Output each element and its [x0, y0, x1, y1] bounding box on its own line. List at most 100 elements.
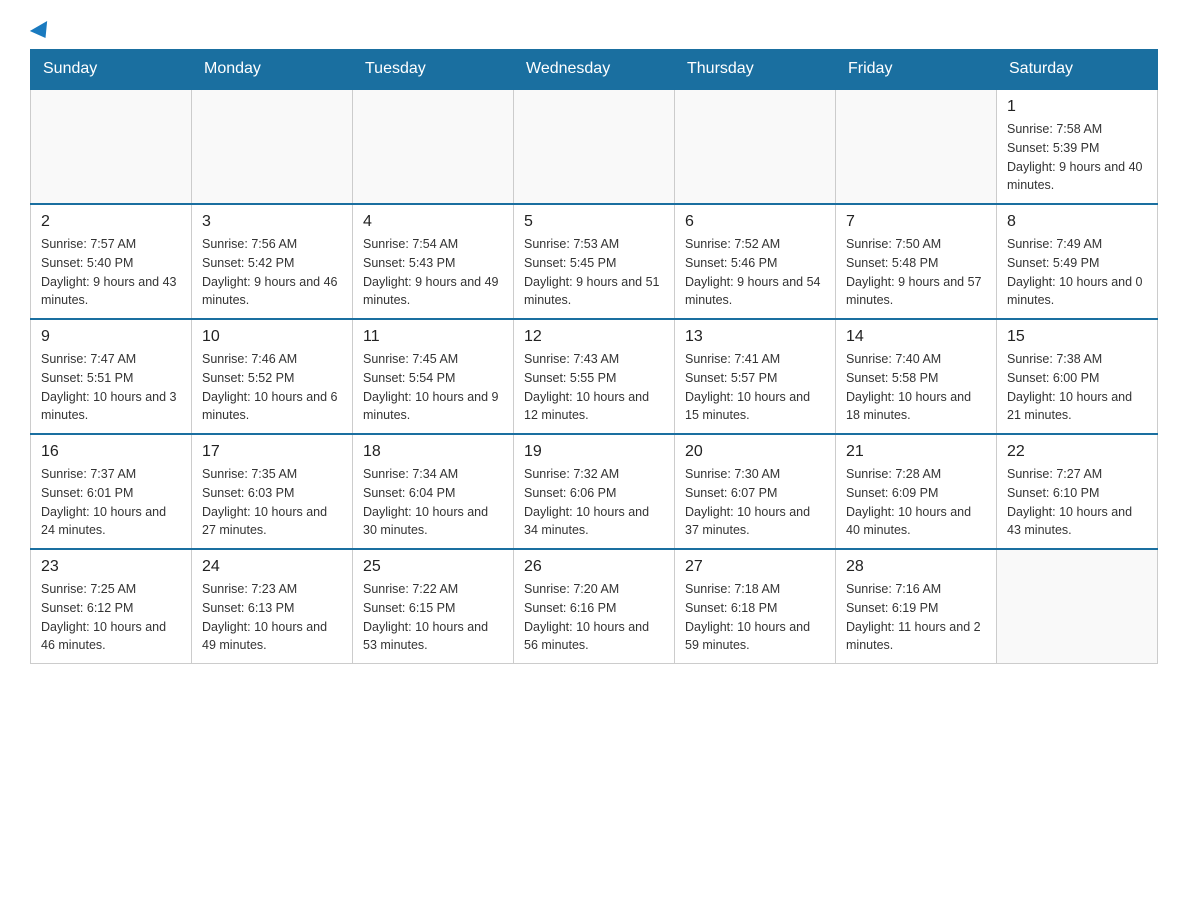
calendar-cell: 15 Sunrise: 7:38 AMSunset: 6:00 PMDayligh… [997, 319, 1158, 434]
calendar-cell: 25 Sunrise: 7:22 AMSunset: 6:15 PMDayligh… [353, 549, 514, 664]
day-number: 12 [524, 328, 664, 346]
day-info: Sunrise: 7:18 AMSunset: 6:18 PMDaylight:… [685, 580, 825, 655]
col-header-thursday: Thursday [675, 50, 836, 90]
day-info: Sunrise: 7:23 AMSunset: 6:13 PMDaylight:… [202, 580, 342, 655]
calendar-cell: 23Sunrise: 7:25 AMSunset: 6:12 PMDayligh… [31, 549, 192, 664]
day-info: Sunrise: 7:20 AMSunset: 6:16 PMDaylight:… [524, 580, 664, 655]
calendar-cell: 17 Sunrise: 7:35 AMSunset: 6:03 PMDayligh… [192, 434, 353, 549]
day-info: Sunrise: 7:47 AMSunset: 5:51 PMDaylight:… [41, 350, 181, 425]
calendar-table: SundayMondayTuesdayWednesdayThursdayFrid… [30, 49, 1158, 664]
calendar-cell [514, 89, 675, 204]
day-number: 8 [1007, 213, 1147, 231]
day-info: Sunrise: 7:57 AMSunset: 5:40 PMDaylight:… [41, 235, 181, 310]
col-header-wednesday: Wednesday [514, 50, 675, 90]
calendar-cell: 26 Sunrise: 7:20 AMSunset: 6:16 PMDayligh… [514, 549, 675, 664]
day-info: Sunrise: 7:45 AMSunset: 5:54 PMDaylight:… [363, 350, 503, 425]
calendar-week-1: 1Sunrise: 7:58 AMSunset: 5:39 PMDaylight… [31, 89, 1158, 204]
day-number: 1 [1007, 98, 1147, 116]
day-number: 7 [846, 213, 986, 231]
day-number: 27 [685, 558, 825, 576]
page-header [30, 20, 1158, 39]
day-number: 9 [41, 328, 181, 346]
calendar-cell: 4 Sunrise: 7:54 AMSunset: 5:43 PMDaylight… [353, 204, 514, 319]
day-number: 22 [1007, 443, 1147, 461]
day-number: 28 [846, 558, 986, 576]
day-number: 6 [685, 213, 825, 231]
calendar-cell: 24 Sunrise: 7:23 AMSunset: 6:13 PMDayligh… [192, 549, 353, 664]
day-info: Sunrise: 7:34 AMSunset: 6:04 PMDaylight:… [363, 465, 503, 540]
calendar-cell: 10 Sunrise: 7:46 AMSunset: 5:52 PMDayligh… [192, 319, 353, 434]
calendar-cell: 27 Sunrise: 7:18 AMSunset: 6:18 PMDayligh… [675, 549, 836, 664]
day-info: Sunrise: 7:38 AMSunset: 6:00 PMDaylight:… [1007, 350, 1147, 425]
calendar-cell [192, 89, 353, 204]
calendar-header-row: SundayMondayTuesdayWednesdayThursdayFrid… [31, 50, 1158, 90]
calendar-cell: 1Sunrise: 7:58 AMSunset: 5:39 PMDaylight… [997, 89, 1158, 204]
calendar-cell: 20 Sunrise: 7:30 AMSunset: 6:07 PMDayligh… [675, 434, 836, 549]
day-info: Sunrise: 7:28 AMSunset: 6:09 PMDaylight:… [846, 465, 986, 540]
day-info: Sunrise: 7:40 AMSunset: 5:58 PMDaylight:… [846, 350, 986, 425]
calendar-cell [997, 549, 1158, 664]
calendar-cell: 18 Sunrise: 7:34 AMSunset: 6:04 PMDayligh… [353, 434, 514, 549]
day-info: Sunrise: 7:27 AMSunset: 6:10 PMDaylight:… [1007, 465, 1147, 540]
calendar-cell: 11 Sunrise: 7:45 AMSunset: 5:54 PMDayligh… [353, 319, 514, 434]
day-number: 19 [524, 443, 664, 461]
day-info: Sunrise: 7:56 AMSunset: 5:42 PMDaylight:… [202, 235, 342, 310]
calendar-cell: 8 Sunrise: 7:49 AMSunset: 5:49 PMDaylight… [997, 204, 1158, 319]
day-info: Sunrise: 7:41 AMSunset: 5:57 PMDaylight:… [685, 350, 825, 425]
calendar-cell: 12 Sunrise: 7:43 AMSunset: 5:55 PMDayligh… [514, 319, 675, 434]
day-number: 18 [363, 443, 503, 461]
day-number: 10 [202, 328, 342, 346]
calendar-week-4: 16 Sunrise: 7:37 AMSunset: 6:01 PMDayligh… [31, 434, 1158, 549]
calendar-cell: 5 Sunrise: 7:53 AMSunset: 5:45 PMDaylight… [514, 204, 675, 319]
day-info: Sunrise: 7:43 AMSunset: 5:55 PMDaylight:… [524, 350, 664, 425]
day-number: 24 [202, 558, 342, 576]
day-number: 16 [41, 443, 181, 461]
calendar-cell [353, 89, 514, 204]
calendar-cell: 28 Sunrise: 7:16 AMSunset: 6:19 PMDayligh… [836, 549, 997, 664]
calendar-cell: 16 Sunrise: 7:37 AMSunset: 6:01 PMDayligh… [31, 434, 192, 549]
day-number: 13 [685, 328, 825, 346]
day-info: Sunrise: 7:30 AMSunset: 6:07 PMDaylight:… [685, 465, 825, 540]
col-header-friday: Friday [836, 50, 997, 90]
day-number: 26 [524, 558, 664, 576]
day-number: 14 [846, 328, 986, 346]
calendar-cell: 14 Sunrise: 7:40 AMSunset: 5:58 PMDayligh… [836, 319, 997, 434]
calendar-week-3: 9 Sunrise: 7:47 AMSunset: 5:51 PMDaylight… [31, 319, 1158, 434]
day-number: 3 [202, 213, 342, 231]
day-number: 11 [363, 328, 503, 346]
calendar-cell: 7Sunrise: 7:50 AMSunset: 5:48 PMDaylight… [836, 204, 997, 319]
calendar-cell: 6 Sunrise: 7:52 AMSunset: 5:46 PMDaylight… [675, 204, 836, 319]
logo-triangle-icon [30, 21, 54, 43]
calendar-cell: 3 Sunrise: 7:56 AMSunset: 5:42 PMDaylight… [192, 204, 353, 319]
calendar-cell [675, 89, 836, 204]
day-info: Sunrise: 7:35 AMSunset: 6:03 PMDaylight:… [202, 465, 342, 540]
day-number: 17 [202, 443, 342, 461]
calendar-cell: 9 Sunrise: 7:47 AMSunset: 5:51 PMDaylight… [31, 319, 192, 434]
calendar-cell: 13 Sunrise: 7:41 AMSunset: 5:57 PMDayligh… [675, 319, 836, 434]
calendar-cell: 21 Sunrise: 7:28 AMSunset: 6:09 PMDayligh… [836, 434, 997, 549]
day-number: 2 [41, 213, 181, 231]
day-number: 4 [363, 213, 503, 231]
col-header-sunday: Sunday [31, 50, 192, 90]
day-number: 15 [1007, 328, 1147, 346]
day-info: Sunrise: 7:22 AMSunset: 6:15 PMDaylight:… [363, 580, 503, 655]
day-info: Sunrise: 7:52 AMSunset: 5:46 PMDaylight:… [685, 235, 825, 310]
day-number: 5 [524, 213, 664, 231]
calendar-cell: 2 Sunrise: 7:57 AMSunset: 5:40 PMDaylight… [31, 204, 192, 319]
calendar-week-2: 2 Sunrise: 7:57 AMSunset: 5:40 PMDaylight… [31, 204, 1158, 319]
day-info: Sunrise: 7:37 AMSunset: 6:01 PMDaylight:… [41, 465, 181, 540]
calendar-cell: 22 Sunrise: 7:27 AMSunset: 6:10 PMDayligh… [997, 434, 1158, 549]
day-info: Sunrise: 7:49 AMSunset: 5:49 PMDaylight:… [1007, 235, 1147, 310]
col-header-monday: Monday [192, 50, 353, 90]
day-info: Sunrise: 7:46 AMSunset: 5:52 PMDaylight:… [202, 350, 342, 425]
day-info: Sunrise: 7:16 AMSunset: 6:19 PMDaylight:… [846, 580, 986, 655]
calendar-cell [836, 89, 997, 204]
day-number: 25 [363, 558, 503, 576]
calendar-cell: 19Sunrise: 7:32 AMSunset: 6:06 PMDayligh… [514, 434, 675, 549]
day-number: 21 [846, 443, 986, 461]
day-info: Sunrise: 7:54 AMSunset: 5:43 PMDaylight:… [363, 235, 503, 310]
day-number: 23 [41, 558, 181, 576]
col-header-tuesday: Tuesday [353, 50, 514, 90]
day-number: 20 [685, 443, 825, 461]
day-info: Sunrise: 7:53 AMSunset: 5:45 PMDaylight:… [524, 235, 664, 310]
